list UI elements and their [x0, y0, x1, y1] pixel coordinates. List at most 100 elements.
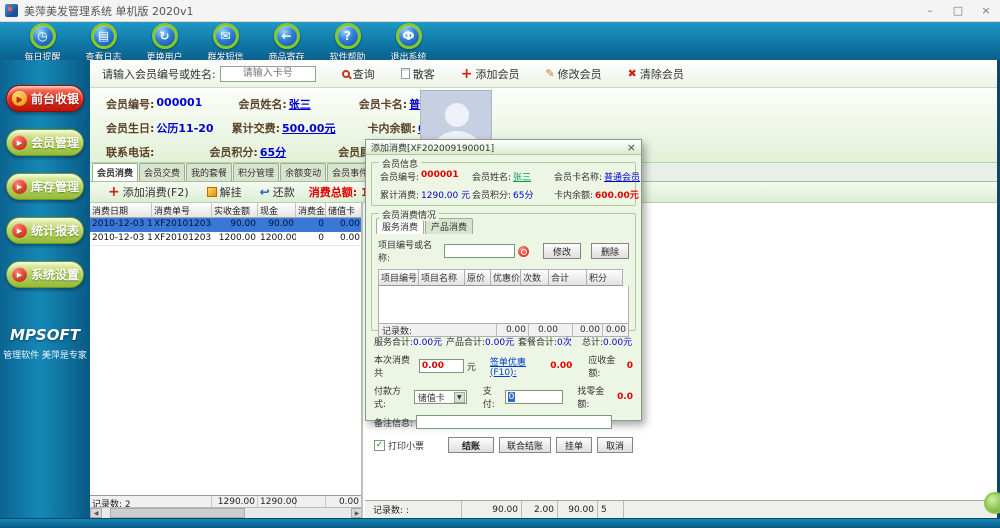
table-row[interactable]: 2010-12-03 16: XF2010120336 1200.00 1200…: [90, 232, 361, 246]
sidebar-item-inventory[interactable]: ▶ 库存管理: [6, 173, 84, 200]
search-label: 请输入会员编号或姓名:: [102, 67, 216, 81]
member-paid: 累计交费: 500.00元: [231, 122, 336, 135]
toolbar-item-help[interactable]: ? 软件帮助: [317, 22, 378, 63]
left-sidebar: ▶ 前台收银 ▶ 会员管理 ▶ 库存管理 ▶ 统计报表 ▶ 系统设置 MPSOF…: [0, 60, 90, 528]
search-input[interactable]: [219, 65, 316, 82]
clock-icon: ◷: [29, 23, 56, 49]
dialog-title: 添加消费[XF202009190001]: [371, 143, 495, 154]
tab-payment[interactable]: 会员交费: [139, 163, 186, 181]
help-icon: ?: [334, 23, 361, 49]
dlg-member-balance: 卡内余额: 600.00元: [554, 191, 639, 201]
toolbar-item-daily-reminder[interactable]: ◷ 每日提醒: [12, 22, 73, 63]
member-birthday: 会员生日: 公历11-20: [106, 122, 214, 135]
pencil-icon: ✎: [545, 67, 555, 80]
note-input[interactable]: [416, 415, 613, 429]
log-icon: ▤: [90, 23, 117, 49]
plus-icon: +: [108, 184, 120, 200]
chevron-down-icon: ▼: [453, 391, 465, 403]
scrollbar-thumb[interactable]: [110, 508, 245, 518]
top-toolbar: ◷ 每日提醒 ▤ 查看日志 ↻ 更换用户 ✉ 群发短信 ← 商品寄存 ? 软件帮…: [0, 22, 1000, 63]
checkout-button[interactable]: 结账: [448, 437, 494, 453]
item-code-input[interactable]: [443, 244, 516, 258]
edit-member-button[interactable]: ✎ 修改会员: [545, 66, 601, 82]
consumption-table: 消费日期 消费单号 实收金额 现金 消费金额 储值卡 应收金额 2010-12-…: [90, 203, 363, 518]
tab-consumption[interactable]: 会员消费: [92, 163, 139, 181]
add-consumption-dialog: 添加消费[XF202009190001] × 会员信息 会员编号: 000001 …: [365, 139, 642, 453]
right-status-bar: 记录数: : 90.00 2.00 90.00 5: [365, 500, 997, 518]
tab-balance-changes[interactable]: 余额变动: [280, 163, 327, 181]
play-icon: ▶: [12, 91, 27, 106]
walkin-button[interactable]: 散客: [400, 66, 435, 82]
window-titlebar: 美萍美发管理系统 单机版 2020v1 – □ ×: [0, 0, 1000, 22]
play-icon: ▶: [12, 179, 27, 194]
joint-checkout-button[interactable]: 联合结账: [499, 437, 551, 453]
window-title: 美萍美发管理系统 单机版 2020v1: [24, 4, 194, 18]
member-no: 会员编号: 000001: [106, 96, 203, 111]
dlg-member-card: 会员卡名称: 普通会员: [554, 173, 641, 183]
play-icon: ▶: [12, 267, 27, 282]
member-search-bar: 请输入会员编号或姓名: 查询 散客 + 添加会员 ✎ 修改会员 ✖ 清除会员: [90, 60, 997, 88]
add-member-button[interactable]: + 添加会员: [461, 66, 520, 82]
sidebar-item-cashier[interactable]: ▶ 前台收银: [6, 85, 84, 112]
corner-badge-icon[interactable]: [984, 492, 1000, 514]
scroll-left-icon[interactable]: ◀: [90, 508, 102, 518]
item-search-icon[interactable]: [518, 245, 529, 257]
print-receipt-checkbox[interactable]: ✓: [374, 439, 385, 451]
minimize-button[interactable]: –: [916, 0, 944, 21]
close-button[interactable]: ×: [972, 0, 1000, 21]
dialog-titlebar: 添加消费[XF202009190001] ×: [366, 140, 641, 155]
sidebar-item-reports[interactable]: ▶ 统计报表: [6, 217, 84, 244]
toolbar-item-exit[interactable]: Ф 退出系统: [378, 22, 439, 63]
tab-points[interactable]: 积分管理: [233, 163, 280, 181]
plus-icon: +: [460, 65, 473, 82]
pay-amount-input[interactable]: 0: [504, 390, 564, 404]
dialog-close-icon[interactable]: ×: [627, 142, 636, 153]
member-name: 会员姓名: 张三: [238, 98, 311, 111]
unhang-icon: [206, 187, 217, 197]
brand-area: MPSOFT 管理软件 美萍是专家: [0, 326, 90, 361]
dlg-member-total: 累计消费: 1290.00 元: [380, 191, 471, 201]
consumption-amount-input[interactable]: 0.00: [418, 359, 464, 373]
dlg-member-name: 会员姓名: 张三: [472, 173, 532, 183]
toolbar-item-goods-storage[interactable]: ← 商品寄存: [256, 22, 317, 63]
cancel-button[interactable]: 取消: [597, 437, 633, 453]
dialog-bottom-row: ✓ 打印小票 结账 联合结账 挂单 取消: [366, 429, 641, 453]
table-row[interactable]: 2010-12-03 16 XF2010120340 90.00 90.00 0…: [90, 218, 361, 232]
return-arrow-icon: ↩: [259, 185, 270, 199]
unhang-button[interactable]: 解挂: [206, 184, 242, 200]
item-label: 项目编号或名称:: [378, 241, 433, 264]
scroll-right-icon[interactable]: ▶: [351, 508, 361, 518]
search-button[interactable]: 查询: [341, 66, 375, 82]
item-entry-row: 项目编号或名称: 修改 删除: [372, 234, 635, 267]
toolbar-item-switch-user[interactable]: ↻ 更换用户: [134, 22, 195, 63]
maximize-button[interactable]: □: [944, 0, 972, 21]
hang-order-button[interactable]: 挂单: [556, 437, 592, 453]
dialog-record-row: 记录数: 0.00 0.00 0.00 0.00: [378, 324, 629, 337]
clear-member-button[interactable]: ✖ 清除会员: [628, 66, 684, 82]
add-consumption-button[interactable]: + 添加消费(F2): [108, 184, 189, 200]
member-points: 会员积分: 65分: [209, 146, 287, 159]
repay-button[interactable]: ↩ 还款: [260, 184, 295, 200]
table-header-row: 消费日期 消费单号 实收金额 现金 消费金额 储值卡 应收金额: [90, 203, 361, 218]
x-icon: ✖: [627, 67, 637, 80]
app-logo-icon: [5, 4, 18, 17]
toolbar-item-group-sms[interactable]: ✉ 群发短信: [195, 22, 256, 63]
notepad-icon: [400, 68, 410, 79]
modify-button[interactable]: 修改: [543, 243, 581, 259]
tab-packages[interactable]: 我的套餐: [186, 163, 233, 181]
toolbar-item-view-log[interactable]: ▤ 查看日志: [73, 22, 134, 63]
horizontal-scrollbar[interactable]: ◀ ▶: [90, 507, 361, 518]
payment-method-select[interactable]: 储值卡 ▼: [413, 390, 467, 404]
play-icon: ▶: [12, 223, 27, 238]
power-icon: Ф: [395, 23, 422, 49]
window-bottom-border: [0, 518, 1000, 528]
sidebar-item-members[interactable]: ▶ 会员管理: [6, 129, 84, 156]
brand-slogan: 管理软件 美萍是专家: [3, 351, 87, 361]
sidebar-item-settings[interactable]: ▶ 系统设置: [6, 261, 84, 288]
delete-button[interactable]: 删除: [591, 243, 629, 259]
search-icon: [341, 69, 350, 78]
sign-discount-link[interactable]: 签单优惠(F10):: [490, 355, 548, 378]
dialog-table-body[interactable]: [378, 286, 629, 324]
storage-icon: ←: [273, 23, 300, 49]
payment-method-row: 付款方式: 储值卡 ▼ 支付: 0 找零金额: 0.0: [374, 387, 634, 410]
